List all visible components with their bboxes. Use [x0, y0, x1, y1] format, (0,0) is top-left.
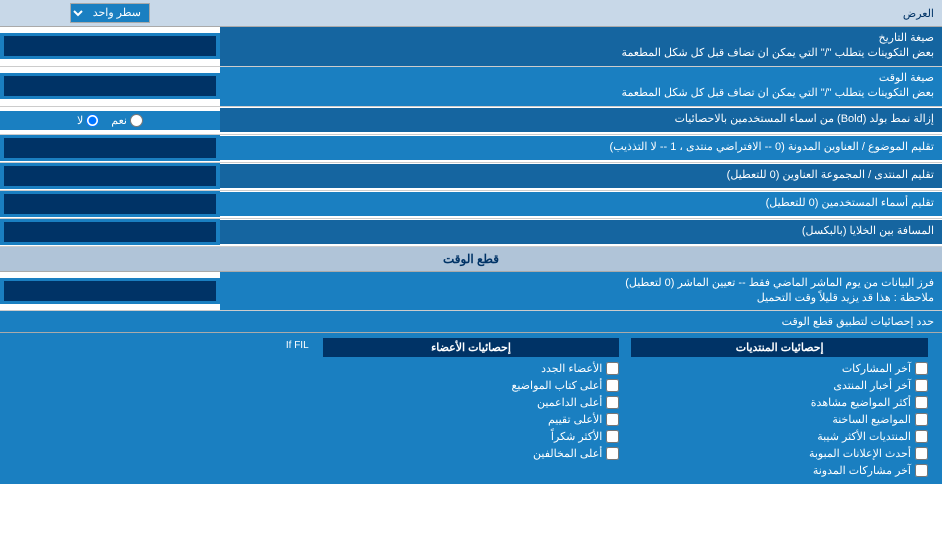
checkbox-forum-news-label: آخر أخبار المنتدى — [833, 379, 911, 392]
radio-no-label[interactable]: لا — [77, 114, 99, 127]
checkbox-item-most-thanks: الأكثر شكراً — [323, 428, 620, 445]
lines-select[interactable]: سطر واحد سطرين ثلاثة أسطر — [70, 3, 150, 23]
cutoff-section-header: قطع الوقت — [0, 247, 942, 272]
topics-titles-label: تقليم الموضوع / العناوين المدونة (0 -- ا… — [220, 136, 942, 159]
checkbox-forum-news[interactable] — [915, 379, 928, 392]
users-names-row: تقليم أسماء المستخدمين (0 للتعطيل) 0 — [0, 191, 942, 219]
checkbox-popular-forums[interactable] — [915, 430, 928, 443]
forum-group-row: تقليم المنتدى / المجموعة العناوين (0 للت… — [0, 163, 942, 191]
cell-spacing-label: المسافة بين الخلايا (بالبكسل) — [220, 220, 942, 243]
checkbox-item-popular-forums: المنتديات الأكثر شيبة — [631, 428, 928, 445]
time-format-row: صيغة الوقت بعض التكوينات يتطلب "/" التي … — [0, 67, 942, 107]
apply-row: حدد إحصائيات لتطبيق قطع الوقت — [0, 311, 942, 333]
checkbox-top-donors-label: أعلى الداعمين — [537, 396, 602, 409]
date-format-input-cell: d-m — [0, 33, 220, 59]
checkbox-new-members[interactable] — [606, 362, 619, 375]
checkbox-last-blog-shares-label: آخر مشاركات المدونة — [813, 464, 911, 477]
users-names-input[interactable]: 0 — [4, 194, 216, 214]
if-fil-text: If FIL — [14, 338, 311, 353]
checkbox-top-visitors[interactable] — [606, 447, 619, 460]
checkbox-item-recent-ads: أحدث الإعلانات المبوبة — [631, 445, 928, 462]
topics-titles-row: تقليم الموضوع / العناوين المدونة (0 -- ا… — [0, 135, 942, 163]
users-names-label: تقليم أسماء المستخدمين (0 للتعطيل) — [220, 192, 942, 215]
checkbox-top-raters-label: الأعلى تقييم — [548, 413, 602, 426]
cutoff-input[interactable]: 0 — [4, 281, 216, 301]
topics-titles-input-cell: 33 — [0, 135, 220, 161]
time-format-input-cell: H:i — [0, 73, 220, 99]
cutoff-label: فرز البيانات من يوم الماشر الماضي فقط --… — [220, 272, 942, 311]
topics-titles-input[interactable]: 33 — [4, 138, 216, 158]
cell-spacing-input-cell: 2 — [0, 219, 220, 245]
checkbox-columns: إحصائيات المنتديات آخر المشاركات آخر أخب… — [8, 338, 934, 479]
checkbox-item-top-raters: الأعلى تقييم — [323, 411, 620, 428]
checkbox-popular-forums-label: المنتديات الأكثر شيبة — [817, 430, 911, 443]
forums-col-header: إحصائيات المنتديات — [631, 338, 928, 357]
date-format-input[interactable]: d-m — [4, 36, 216, 56]
remove-bold-radio-cell: نعم لا — [0, 111, 220, 130]
remove-bold-label: إزالة نمط بولد (Bold) من اسماء المستخدمي… — [220, 108, 942, 131]
cell-spacing-row: المسافة بين الخلايا (بالبكسل) 2 — [0, 219, 942, 247]
checkbox-hot-topics-label: المواضيع الساخنة — [832, 413, 911, 426]
date-format-label: صيغة التاريخ بعض التكوينات يتطلب "/" الت… — [220, 27, 942, 66]
checkbox-most-thanks[interactable] — [606, 430, 619, 443]
checkbox-last-blog-shares[interactable] — [915, 464, 928, 477]
apply-label: حدد إحصائيات لتطبيق قطع الوقت — [782, 316, 934, 328]
users-names-input-cell: 0 — [0, 191, 220, 217]
cutoff-row: فرز البيانات من يوم الماشر الماضي فقط --… — [0, 272, 942, 312]
checkbox-item-top-visitors: أعلى المخالفين — [323, 445, 620, 462]
checkbox-col-forums: إحصائيات المنتديات آخر المشاركات آخر أخب… — [625, 338, 934, 479]
checkbox-new-members-label: الأعضاء الجدد — [541, 362, 602, 375]
checkbox-top-posters[interactable] — [606, 379, 619, 392]
checkbox-col-members: إحصائيات الأعضاء الأعضاء الجدد أعلى كتاب… — [317, 338, 626, 479]
checkbox-item-last-posts: آخر المشاركات — [631, 360, 928, 377]
radio-yes-label[interactable]: نعم — [111, 114, 143, 127]
date-format-row: صيغة التاريخ بعض التكوينات يتطلب "/" الت… — [0, 27, 942, 67]
checkbox-last-posts[interactable] — [915, 362, 928, 375]
checkbox-last-posts-label: آخر المشاركات — [842, 362, 911, 375]
cell-spacing-input[interactable]: 2 — [4, 222, 216, 242]
forum-group-input[interactable]: 33 — [4, 166, 216, 186]
radio-no-input[interactable] — [86, 114, 99, 127]
checkbox-most-viewed[interactable] — [915, 396, 928, 409]
checkbox-item-most-viewed: أكثر المواضيع مشاهدة — [631, 394, 928, 411]
forum-group-input-cell: 33 — [0, 163, 220, 189]
checkbox-item-top-posters: أعلى كتاب المواضيع — [323, 377, 620, 394]
checkbox-item-hot-topics: المواضيع الساخنة — [631, 411, 928, 428]
cutoff-input-cell: 0 — [0, 278, 220, 304]
members-col-header: إحصائيات الأعضاء — [323, 338, 620, 357]
checkboxes-section: إحصائيات المنتديات آخر المشاركات آخر أخب… — [0, 333, 942, 484]
checkbox-most-viewed-label: أكثر المواضيع مشاهدة — [811, 396, 911, 409]
header-row: العرض سطر واحد سطرين ثلاثة أسطر — [0, 0, 942, 27]
checkbox-top-raters[interactable] — [606, 413, 619, 426]
checkbox-item-new-members: الأعضاء الجدد — [323, 360, 620, 377]
checkbox-most-thanks-label: الأكثر شكراً — [551, 430, 602, 443]
checkbox-item-top-donors: أعلى الداعمين — [323, 394, 620, 411]
forum-group-label: تقليم المنتدى / المجموعة العناوين (0 للت… — [220, 164, 942, 187]
header-label-right: العرض — [220, 4, 942, 23]
checkbox-item-last-blog-shares: آخر مشاركات المدونة — [631, 462, 928, 479]
time-format-label: صيغة الوقت بعض التكوينات يتطلب "/" التي … — [220, 67, 942, 106]
checkbox-col-empty: If FIL — [8, 338, 317, 479]
checkbox-item-forum-news: آخر أخبار المنتدى — [631, 377, 928, 394]
checkbox-top-visitors-label: أعلى المخالفين — [533, 447, 602, 460]
header-label-left: سطر واحد سطرين ثلاثة أسطر — [0, 0, 220, 26]
checkbox-recent-ads-label: أحدث الإعلانات المبوبة — [809, 447, 911, 460]
remove-bold-row: إزالة نمط بولد (Bold) من اسماء المستخدمي… — [0, 107, 942, 135]
checkbox-top-posters-label: أعلى كتاب المواضيع — [512, 379, 603, 392]
checkbox-top-donors[interactable] — [606, 396, 619, 409]
checkbox-recent-ads[interactable] — [915, 447, 928, 460]
radio-yes-input[interactable] — [130, 114, 143, 127]
checkbox-hot-topics[interactable] — [915, 413, 928, 426]
time-format-input[interactable]: H:i — [4, 76, 216, 96]
